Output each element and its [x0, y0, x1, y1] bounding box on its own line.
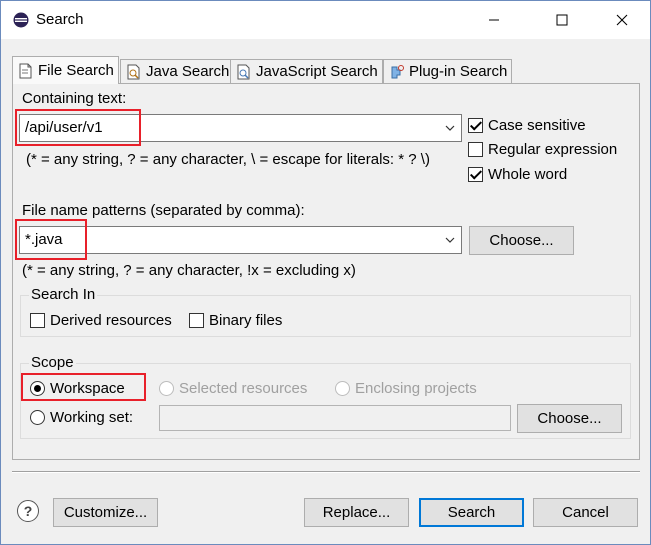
replace-button[interactable]: Replace...: [304, 498, 409, 527]
checkbox-box[interactable]: [468, 142, 483, 157]
file-patterns-combo[interactable]: *.java: [19, 226, 462, 254]
search-button[interactable]: Search: [419, 498, 524, 527]
radio-label: Workspace: [50, 380, 125, 397]
eclipse-app-icon: [13, 12, 29, 28]
case-sensitive-checkbox[interactable]: Case sensitive: [468, 117, 586, 134]
checkbox-label: Whole word: [488, 166, 568, 183]
radio-circle[interactable]: [30, 410, 45, 425]
search-dialog: Search File Search Java Search JavaScrip…: [0, 0, 651, 545]
close-icon: [616, 14, 628, 26]
file-patterns-hint: (* = any string, ? = any character, !x =…: [22, 262, 356, 279]
customize-button[interactable]: Customize...: [53, 498, 158, 527]
minimize-button[interactable]: [471, 1, 517, 39]
title-bar: Search: [1, 1, 650, 39]
working-set-field[interactable]: [159, 405, 511, 431]
file-patterns-value: *.java: [25, 231, 63, 248]
selected-resources-radio[interactable]: Selected resources: [159, 380, 307, 397]
file-patterns-choose-button[interactable]: Choose...: [469, 226, 574, 255]
containing-text-hint: (* = any string, ? = any character, \ = …: [26, 151, 430, 168]
checkbox-label: Case sensitive: [488, 117, 586, 134]
working-set-radio[interactable]: Working set:: [30, 409, 133, 426]
checkbox-label: Regular expression: [488, 141, 618, 158]
radio-circle[interactable]: [30, 381, 45, 396]
tab-java-search[interactable]: Java Search: [120, 59, 235, 83]
search-in-title: Search In: [29, 286, 98, 303]
containing-text-label: Containing text:: [22, 90, 127, 107]
workspace-radio[interactable]: Workspace: [30, 380, 125, 397]
file-patterns-label: File name patterns (separated by comma):: [22, 202, 305, 219]
checkbox-label: Binary files: [209, 312, 283, 329]
regular-expression-checkbox[interactable]: Regular expression: [468, 141, 617, 158]
maximize-button[interactable]: [539, 1, 585, 39]
checkbox-box[interactable]: [468, 167, 483, 182]
whole-word-checkbox[interactable]: Whole word: [468, 166, 567, 183]
plugin-search-icon: [391, 64, 404, 78]
window-title: Search: [36, 11, 84, 28]
cancel-button[interactable]: Cancel: [533, 498, 638, 527]
scope-title: Scope: [29, 354, 76, 371]
close-button[interactable]: [599, 1, 645, 39]
radio-circle[interactable]: [159, 381, 174, 396]
tab-label: Java Search: [146, 63, 230, 80]
radio-circle[interactable]: [335, 381, 350, 396]
tab-plugin-search[interactable]: Plug-in Search: [383, 59, 513, 83]
enclosing-projects-radio[interactable]: Enclosing projects: [335, 380, 477, 397]
checkbox-label: Derived resources: [50, 312, 172, 329]
binary-files-checkbox[interactable]: Binary files: [189, 312, 282, 329]
checkbox-box[interactable]: [30, 313, 45, 328]
tab-label: File Search: [38, 62, 114, 79]
tab-javascript-search[interactable]: JavaScript Search: [230, 59, 383, 83]
working-set-choose-button[interactable]: Choose...: [517, 404, 622, 433]
maximize-icon: [556, 14, 568, 26]
chevron-down-icon[interactable]: [445, 124, 455, 132]
footer-separator: [12, 471, 640, 473]
radio-label: Enclosing projects: [355, 380, 477, 397]
java-search-icon: [127, 64, 140, 79]
tab-label: Plug-in Search: [409, 63, 508, 80]
checkbox-box[interactable]: [468, 118, 483, 133]
minimize-icon: [489, 19, 499, 21]
tab-file-search[interactable]: File Search: [12, 56, 119, 84]
derived-resources-checkbox[interactable]: Derived resources: [30, 312, 172, 329]
radio-label: Working set:: [50, 409, 134, 426]
javascript-search-icon: [237, 64, 250, 79]
containing-text-value: /api/user/v1: [25, 119, 103, 136]
help-icon[interactable]: ?: [17, 500, 39, 522]
containing-text-combo[interactable]: /api/user/v1: [19, 114, 462, 142]
checkbox-box[interactable]: [189, 313, 204, 328]
file-search-icon: [19, 63, 32, 78]
radio-label: Selected resources: [179, 380, 308, 397]
tab-label: JavaScript Search: [256, 63, 378, 80]
chevron-down-icon[interactable]: [445, 236, 455, 244]
